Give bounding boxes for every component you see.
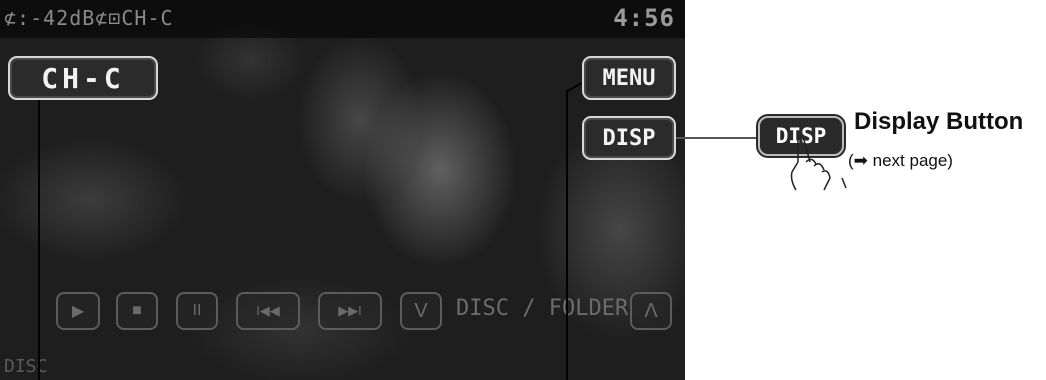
previous-button[interactable]: I◀◀ <box>236 292 300 330</box>
next-button[interactable]: ▶▶I <box>318 292 382 330</box>
pointing-hand-icon <box>790 135 847 191</box>
play-icon: ▶ <box>71 303 85 320</box>
disc-folder-label: DISC / FOLDER <box>456 296 629 321</box>
menu-leader-line-vertical <box>566 92 568 380</box>
next-track-icon: ▶▶I <box>338 303 362 318</box>
chevron-down-icon: V <box>414 299 428 322</box>
callout-title: Display Button <box>854 108 1024 135</box>
pause-button[interactable]: II <box>176 292 218 330</box>
previous-track-icon: I◀◀ <box>256 303 280 318</box>
stop-icon: ■ <box>132 302 142 319</box>
stop-button[interactable]: ■ <box>116 292 158 330</box>
status-bar: ⊄:-42dB⊄⊡CH-C 4:56 <box>0 0 685 38</box>
pause-icon: II <box>192 302 202 319</box>
disc-up-button[interactable]: Λ <box>630 292 672 330</box>
disc-down-button[interactable]: V <box>400 292 442 330</box>
display-screen: ⊄:-42dB⊄⊡CH-C 4:56 CH-C MENU DISP ▶ ■ II… <box>0 0 685 380</box>
disp-button[interactable]: DISP <box>582 116 676 160</box>
play-button[interactable]: ▶ <box>56 292 100 330</box>
disp-leader-line <box>676 137 758 139</box>
chevron-up-icon: Λ <box>644 299 658 322</box>
status-volume-source: ⊄:-42dB⊄⊡CH-C <box>4 6 174 30</box>
source-button[interactable]: CH-C <box>8 56 158 100</box>
bottom-left-indicator: DISC <box>4 356 48 377</box>
clock: 4:56 <box>613 4 675 32</box>
menu-button[interactable]: MENU <box>582 56 676 100</box>
callout-subtitle: (➡ next page) <box>848 151 953 170</box>
source-leader-line <box>38 100 40 380</box>
